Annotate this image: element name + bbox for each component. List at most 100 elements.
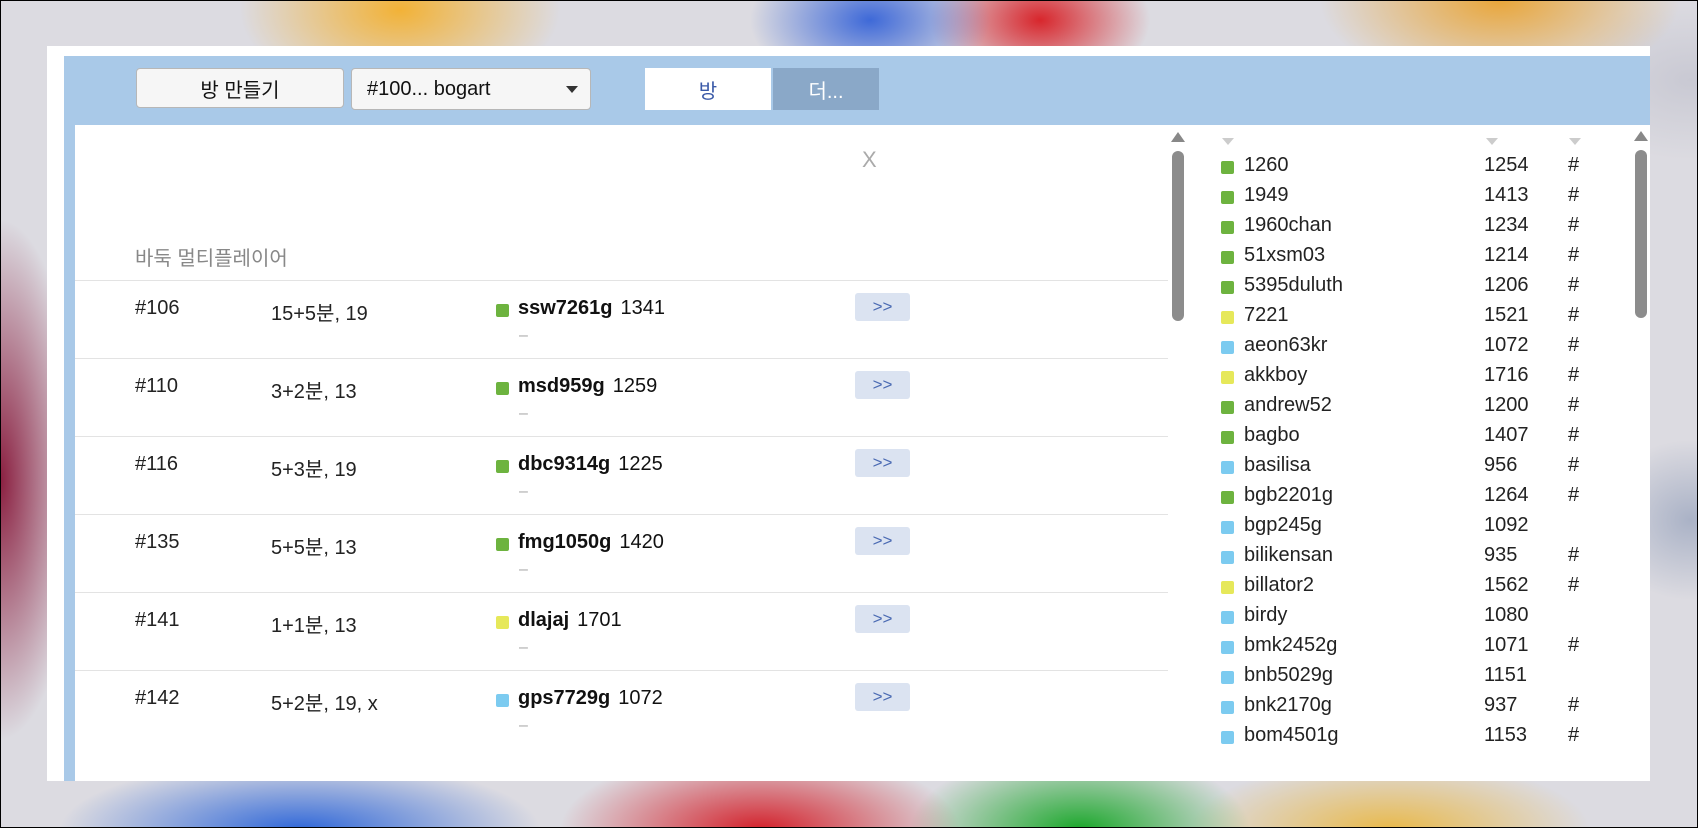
- user-name[interactable]: bgp245g: [1244, 514, 1322, 537]
- user-row[interactable]: bilikensan 935 #: [1188, 541, 1608, 573]
- user-row[interactable]: 51xsm03 1214 #: [1188, 241, 1608, 273]
- room-host-name[interactable]: msd959g: [518, 375, 605, 397]
- room-list-scrollbar[interactable]: [1168, 125, 1188, 781]
- user-name[interactable]: bmk2452g: [1244, 634, 1337, 657]
- room-host[interactable]: dbc9314g 1225: [518, 453, 663, 476]
- room-row[interactable]: #135 5+5분, 13 fmg1050g 1420 – >>: [75, 514, 1168, 598]
- user-name[interactable]: bilikensan: [1244, 544, 1333, 567]
- room-select[interactable]: #100... bogart: [351, 68, 591, 110]
- room-host-name[interactable]: gps7729g: [518, 687, 610, 709]
- room-host[interactable]: msd959g 1259: [518, 375, 657, 398]
- user-name[interactable]: birdy: [1244, 604, 1287, 627]
- user-row[interactable]: bom4501g 1153 #: [1188, 721, 1608, 753]
- user-row[interactable]: 5395duluth 1206 #: [1188, 271, 1608, 303]
- user-rating: 1254: [1484, 154, 1529, 176]
- rank-color-icon: [496, 382, 509, 395]
- rank-color-icon: [1221, 371, 1234, 384]
- join-room-button[interactable]: >>: [855, 371, 910, 399]
- user-name[interactable]: 7221: [1244, 304, 1289, 327]
- user-name[interactable]: billator2: [1244, 574, 1314, 597]
- user-name[interactable]: 1960chan: [1244, 214, 1332, 237]
- user-rating: 1206: [1484, 274, 1529, 296]
- rank-color-icon: [496, 616, 509, 629]
- user-name[interactable]: 1949: [1244, 184, 1289, 207]
- user-list-panel: 1260 1254 #1949 1413 #1960chan 1234 #51xsm03 12…: [1188, 125, 1650, 781]
- user-name[interactable]: bom4501g: [1244, 724, 1339, 747]
- rank-color-icon: [1221, 161, 1234, 174]
- room-row[interactable]: #116 5+3분, 19 dbc9314g 1225 – >>: [75, 436, 1168, 520]
- user-row[interactable]: andrew52 1200 #: [1188, 391, 1608, 423]
- user-name[interactable]: bagbo: [1244, 424, 1300, 447]
- room-host-name[interactable]: fmg1050g: [518, 531, 611, 553]
- sort-name-icon[interactable]: [1222, 138, 1234, 145]
- user-row[interactable]: 1960chan 1234 #: [1188, 211, 1608, 243]
- create-room-button[interactable]: 방 만들기: [136, 68, 344, 108]
- user-row[interactable]: bnb5029g 1151: [1188, 661, 1608, 693]
- room-host-name[interactable]: dlajaj: [518, 609, 569, 631]
- user-status-marker: #: [1568, 544, 1580, 566]
- go-lobby: 방 만들기 #100... bogart 방 더... X 바둑 멀티플레이어 …: [64, 56, 1650, 781]
- close-icon[interactable]: X: [862, 147, 877, 173]
- join-room-button[interactable]: >>: [855, 605, 910, 633]
- sort-status-icon[interactable]: [1569, 138, 1581, 145]
- room-host[interactable]: dlajaj 1701: [518, 609, 622, 632]
- user-name[interactable]: 1260: [1244, 154, 1289, 177]
- join-room-button[interactable]: >>: [855, 293, 910, 321]
- user-row[interactable]: akkboy 1716 #: [1188, 361, 1608, 393]
- user-status-marker: #: [1568, 274, 1580, 296]
- room-host-name[interactable]: dbc9314g: [518, 453, 610, 475]
- user-row[interactable]: birdy 1080: [1188, 601, 1608, 633]
- room-time-control: 15+5분, 19: [271, 303, 368, 325]
- tab-rooms[interactable]: 방: [645, 68, 771, 110]
- user-row[interactable]: bagbo 1407 #: [1188, 421, 1608, 453]
- user-rating: 1407: [1484, 424, 1529, 446]
- user-name[interactable]: basilisa: [1244, 454, 1311, 477]
- user-rating: 1521: [1484, 304, 1529, 326]
- room-row[interactable]: #110 3+2분, 13 msd959g 1259 – >>: [75, 358, 1168, 442]
- user-row[interactable]: bnk2170g 937 #: [1188, 691, 1608, 723]
- user-row[interactable]: 1260 1254 #: [1188, 151, 1608, 183]
- user-row[interactable]: 7221 1521 #: [1188, 301, 1608, 333]
- join-room-button[interactable]: >>: [855, 683, 910, 711]
- room-host-name[interactable]: ssw7261g: [518, 297, 613, 319]
- user-name[interactable]: aeon63kr: [1244, 334, 1327, 357]
- room-host[interactable]: fmg1050g 1420: [518, 531, 664, 554]
- user-row[interactable]: 1949 1413 #: [1188, 181, 1608, 213]
- room-opponent-placeholder: –: [519, 405, 528, 422]
- user-rating: 1234: [1484, 214, 1529, 236]
- user-row[interactable]: basilisa 956 #: [1188, 451, 1608, 483]
- tab-more[interactable]: 더...: [773, 68, 879, 110]
- room-host-rating: 1341: [620, 297, 666, 319]
- scroll-up-arrow-icon[interactable]: [1171, 132, 1185, 142]
- room-row[interactable]: #142 5+2분, 19, x gps7729g 1072 – >>: [75, 670, 1168, 754]
- user-row[interactable]: aeon63kr 1072 #: [1188, 331, 1608, 363]
- user-row[interactable]: bmk2452g 1071 #: [1188, 631, 1608, 663]
- user-row[interactable]: bgb2201g 1264 #: [1188, 481, 1608, 513]
- rank-color-icon: [1221, 641, 1234, 654]
- rank-color-icon: [1221, 311, 1234, 324]
- user-row[interactable]: billator2 1562 #: [1188, 571, 1608, 603]
- room-host-rating: 1225: [618, 453, 663, 475]
- join-room-button[interactable]: >>: [855, 527, 910, 555]
- sort-rating-icon[interactable]: [1486, 138, 1498, 145]
- user-status-marker: #: [1568, 484, 1580, 506]
- user-name[interactable]: bnk2170g: [1244, 694, 1332, 717]
- room-host[interactable]: gps7729g 1072: [518, 687, 663, 710]
- user-name[interactable]: 51xsm03: [1244, 244, 1325, 267]
- scroll-up-arrow-icon[interactable]: [1634, 131, 1648, 141]
- user-name[interactable]: andrew52: [1244, 394, 1332, 417]
- room-id: #135: [135, 531, 180, 553]
- room-row[interactable]: #106 15+5분, 19 ssw7261g 1341 – >>: [75, 280, 1168, 364]
- room-host[interactable]: ssw7261g 1341: [518, 297, 665, 320]
- rank-color-icon: [1221, 551, 1234, 564]
- user-row[interactable]: bgp245g 1092: [1188, 511, 1608, 543]
- join-room-button[interactable]: >>: [855, 449, 910, 477]
- user-name[interactable]: 5395duluth: [1244, 274, 1343, 297]
- user-name[interactable]: akkboy: [1244, 364, 1307, 387]
- room-row[interactable]: #141 1+1분, 13 dlajaj 1701 – >>: [75, 592, 1168, 676]
- user-name[interactable]: bgb2201g: [1244, 484, 1333, 507]
- user-name[interactable]: bnb5029g: [1244, 664, 1333, 687]
- scrollbar-thumb[interactable]: [1172, 151, 1184, 321]
- user-list-scrollbar-thumb[interactable]: [1635, 150, 1647, 318]
- room-host-rating: 1420: [619, 531, 664, 553]
